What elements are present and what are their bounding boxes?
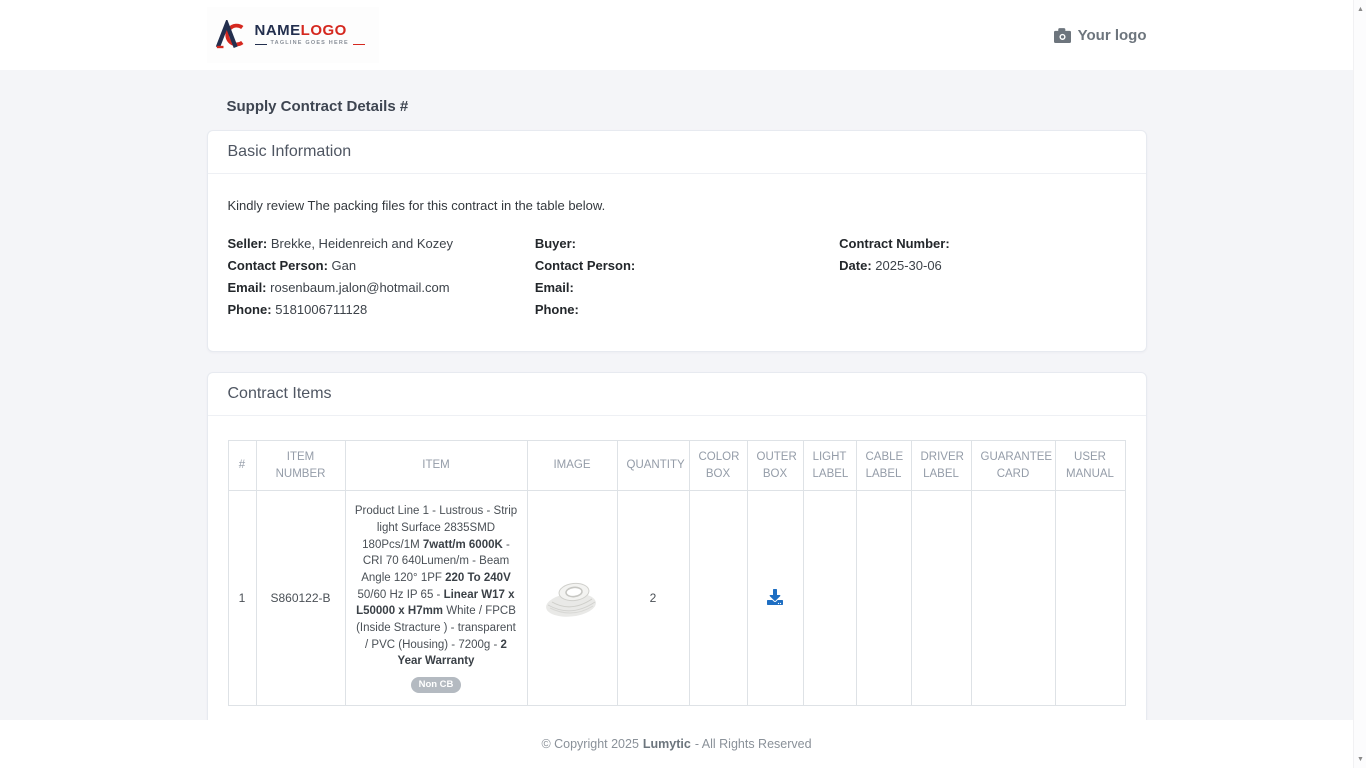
col-header-image: IMAGE bbox=[527, 441, 617, 491]
seller-column: Seller: Brekke, Heidenreich and Kozey Co… bbox=[228, 233, 535, 321]
cell-index: 1 bbox=[228, 491, 256, 706]
your-logo-label: Your logo bbox=[1078, 27, 1147, 44]
col-header-user-manual: USER MANUAL bbox=[1055, 441, 1125, 491]
page-footer: © Copyright 2025 Lumytic - All Rights Re… bbox=[0, 720, 1353, 768]
contract-items-table: # ITEM NUMBER ITEM IMAGE QUANTITY COLOR … bbox=[228, 440, 1126, 706]
cell-image bbox=[527, 491, 617, 706]
contract-number-field: Contract Number: bbox=[839, 233, 1125, 255]
buyer-field: Buyer: bbox=[535, 233, 839, 255]
item-description: Product Line 1 - Lustrous - Strip light … bbox=[355, 503, 518, 670]
basic-information-title: Basic Information bbox=[208, 131, 1146, 174]
cell-item-number: S860122-B bbox=[256, 491, 345, 706]
non-cb-badge: Non CB bbox=[411, 677, 462, 693]
cell-color-box bbox=[689, 491, 747, 706]
cell-user-manual bbox=[1055, 491, 1125, 706]
col-header-quantity: QUANTITY bbox=[617, 441, 689, 491]
table-row: 1 S860122-B Product Line 1 - Lustrous - … bbox=[228, 491, 1125, 706]
contract-date-field: Date: 2025-30-06 bbox=[839, 255, 1125, 277]
brand-name: NAMELOGO bbox=[255, 23, 365, 38]
buyer-column: Buyer: Contact Person: Email: Phone: bbox=[535, 233, 839, 321]
col-header-guarantee-card: GUARANTEE CARD bbox=[971, 441, 1055, 491]
brand-tagline: TAGLINE GOES HERE bbox=[255, 41, 365, 47]
col-header-item: ITEM bbox=[345, 441, 527, 491]
basic-information-card: Basic Information Kindly review The pack… bbox=[207, 130, 1147, 352]
seller-contact-person-field: Contact Person: Gan bbox=[228, 255, 535, 277]
info-grid: Seller: Brekke, Heidenreich and Kozey Co… bbox=[228, 233, 1126, 321]
scroll-down-icon[interactable]: ▼ bbox=[1354, 752, 1366, 766]
contract-column: Contract Number: Date: 2025-30-06 bbox=[839, 233, 1125, 321]
cell-driver-label bbox=[911, 491, 971, 706]
cell-cable-label bbox=[856, 491, 911, 706]
camera-icon bbox=[1054, 28, 1071, 43]
intro-text: Kindly review The packing files for this… bbox=[228, 198, 1126, 213]
top-navbar: NAMELOGO TAGLINE GOES HERE Your logo bbox=[0, 0, 1353, 70]
buyer-contact-person-field: Contact Person: bbox=[535, 255, 839, 277]
contract-items-title: Contract Items bbox=[208, 373, 1146, 416]
copyright-brand: Lumytic bbox=[643, 737, 691, 751]
seller-email-field: Email: rosenbaum.jalon@hotmail.com bbox=[228, 277, 535, 299]
cell-guarantee-card bbox=[971, 491, 1055, 706]
col-header-item-number: ITEM NUMBER bbox=[256, 441, 345, 491]
buyer-email-field: Email: bbox=[535, 277, 839, 299]
your-logo-placeholder: Your logo bbox=[1054, 27, 1147, 44]
brand-logo[interactable]: NAMELOGO TAGLINE GOES HERE bbox=[207, 7, 379, 63]
scroll-up-icon[interactable]: ▲ bbox=[1354, 2, 1366, 16]
copyright-prefix: © Copyright 2025 bbox=[541, 737, 638, 751]
seller-phone-field: Phone: 5181006711128 bbox=[228, 299, 535, 321]
download-icon bbox=[767, 589, 783, 605]
buyer-phone-field: Phone: bbox=[535, 299, 839, 321]
download-outer-box-button[interactable] bbox=[767, 589, 783, 605]
vertical-scrollbar[interactable]: ▲ ▼ bbox=[1353, 0, 1366, 768]
col-header-driver-label: DRIVER LABEL bbox=[911, 441, 971, 491]
cell-item-description: Product Line 1 - Lustrous - Strip light … bbox=[345, 491, 527, 706]
col-header-index: # bbox=[228, 441, 256, 491]
page-viewport: NAMELOGO TAGLINE GOES HERE Your logo Sup… bbox=[0, 0, 1353, 768]
col-header-light-label: LIGHT LABEL bbox=[803, 441, 856, 491]
table-header-row: # ITEM NUMBER ITEM IMAGE QUANTITY COLOR … bbox=[228, 441, 1125, 491]
seller-field: Seller: Brekke, Heidenreich and Kozey bbox=[228, 233, 535, 255]
col-header-outer-box: OUTER BOX bbox=[747, 441, 803, 491]
product-photo[interactable] bbox=[543, 574, 601, 620]
brand-monogram-icon bbox=[215, 20, 247, 50]
copyright-suffix: - All Rights Reserved bbox=[695, 737, 812, 751]
cell-outer-box bbox=[747, 491, 803, 706]
page-title: Supply Contract Details # bbox=[207, 70, 1147, 130]
contract-items-card: Contract Items # ITEM NUMBER ITEM bbox=[207, 372, 1147, 741]
col-header-color-box: COLOR BOX bbox=[689, 441, 747, 491]
copyright-text: © Copyright 2025 Lumytic - All Rights Re… bbox=[541, 737, 811, 751]
cell-light-label bbox=[803, 491, 856, 706]
col-header-cable-label: CABLE LABEL bbox=[856, 441, 911, 491]
cell-quantity: 2 bbox=[617, 491, 689, 706]
